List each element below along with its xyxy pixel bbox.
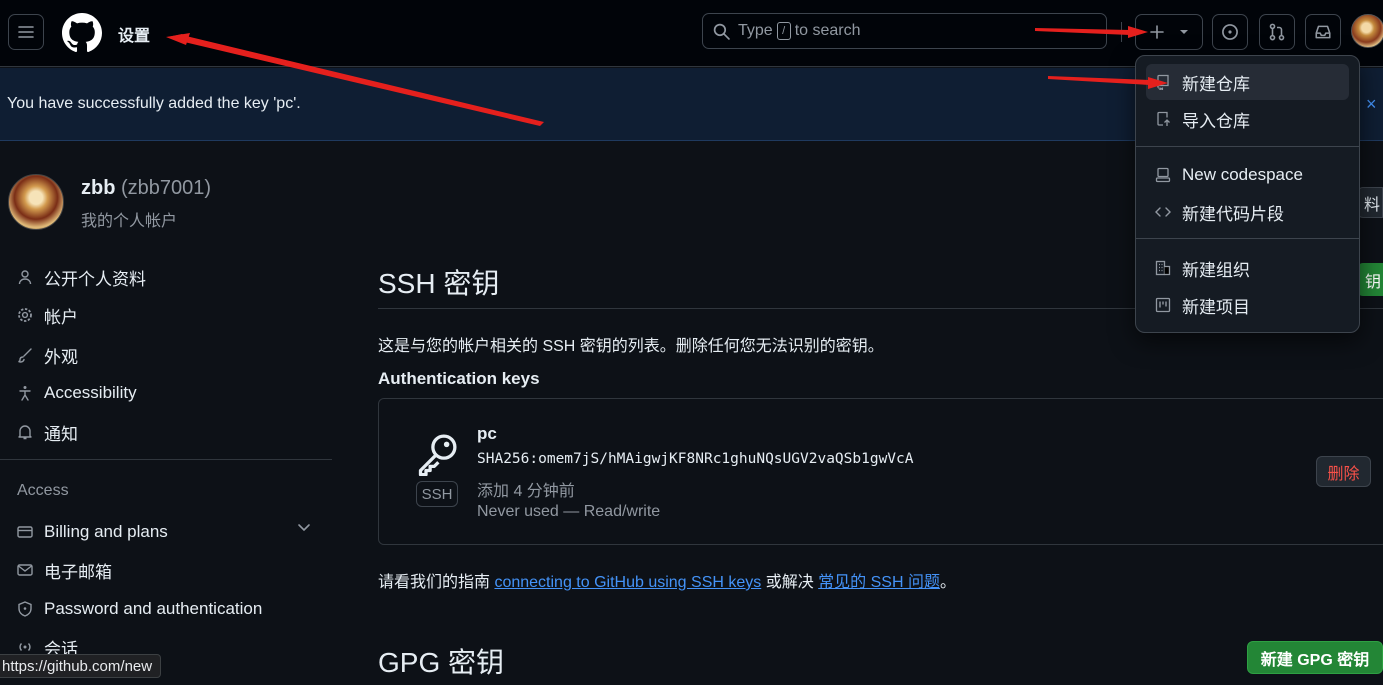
sidebar-item-public-profile[interactable]: 公开个人资料 — [16, 264, 146, 290]
search-input[interactable]: Type / to search — [702, 13, 1107, 49]
page-context-title[interactable]: 设置 — [118, 22, 150, 46]
search-icon — [713, 23, 730, 40]
sidebar-item-label: 帐户 — [44, 307, 78, 327]
repo-push-icon — [1154, 110, 1172, 128]
sidebar-section-heading: Access — [17, 482, 69, 499]
ssh-key-usage: Never used — Read/write — [477, 503, 661, 520]
user-avatar-menu[interactable] — [1351, 14, 1383, 48]
menu-item-new-project[interactable]: 新建项目 — [1146, 287, 1349, 323]
create-new-button[interactable] — [1135, 14, 1203, 50]
search-suffix: to search — [794, 22, 861, 39]
authentication-keys-heading: Authentication keys — [378, 369, 540, 388]
gear-icon — [16, 306, 34, 324]
sidebar-item-label: 外观 — [44, 347, 78, 367]
hamburger-menu-button[interactable] — [8, 14, 44, 50]
menu-item-label: 新建项目 — [1182, 297, 1250, 317]
search-prefix: Type — [738, 22, 773, 39]
link-preview-status-bar: https://github.com/new — [0, 654, 162, 678]
project-icon — [1154, 296, 1172, 314]
user-display-name: zbb — [81, 177, 116, 199]
ssh-troubleshoot-link[interactable]: 常见的 SSH 问题 — [818, 574, 940, 591]
issue-opened-icon — [1222, 24, 1238, 40]
menu-divider — [1136, 146, 1359, 147]
inbox-icon — [1315, 25, 1331, 39]
inbox-button[interactable] — [1305, 14, 1341, 50]
close-icon[interactable]: × — [1366, 94, 1377, 115]
organization-icon — [1154, 259, 1172, 277]
sidebar-item-label: Billing and plans — [44, 522, 168, 541]
bell-icon — [16, 423, 34, 441]
sidebar-divider — [0, 459, 332, 460]
person-icon — [16, 268, 34, 286]
menu-item-label: 新建组织 — [1182, 260, 1250, 280]
repo-icon — [1154, 73, 1172, 91]
triangle-down-icon — [1180, 30, 1188, 34]
ssh-description: 这是与您的帐户相关的 SSH 密钥的列表。删除任何您无法识别的密钥。 — [378, 338, 884, 355]
issues-button[interactable] — [1212, 14, 1248, 50]
sidebar-item-label: 通知 — [44, 424, 78, 444]
flash-message: You have successfully added the key 'pc'… — [7, 95, 301, 112]
ssh-guide-link[interactable]: connecting to GitHub using SSH keys — [494, 574, 761, 591]
sidebar-item-accessibility[interactable]: Accessibility — [16, 380, 137, 406]
menu-item-import-repository[interactable]: 导入仓库 — [1146, 101, 1349, 137]
code-icon — [1154, 203, 1172, 221]
user-subtitle: 我的个人帐户 — [81, 213, 178, 230]
sidebar-item-notifications[interactable]: 通知 — [16, 419, 78, 445]
git-pull-request-icon — [1269, 23, 1285, 41]
menu-item-label: 新建代码片段 — [1182, 204, 1284, 224]
sidebar-item-label: Accessibility — [44, 383, 137, 402]
sidebar-item-label: 电子邮箱 — [44, 562, 112, 582]
ssh-key-list-item — [378, 398, 1383, 545]
ssh-key-added-time: 添加 4 分钟前 — [477, 483, 575, 500]
accessibility-icon — [16, 384, 34, 402]
menu-item-new-gist[interactable]: 新建代码片段 — [1146, 194, 1349, 230]
credit-card-icon — [16, 523, 34, 541]
avatar[interactable] — [8, 174, 64, 230]
mail-icon — [16, 561, 34, 579]
menu-item-new-repository[interactable]: 新建仓库 — [1146, 64, 1349, 100]
sidebar-item-billing[interactable]: Billing and plans — [16, 519, 168, 545]
menu-item-label: 导入仓库 — [1182, 111, 1250, 131]
ssh-key-title: pc — [477, 424, 497, 443]
search-placeholder: Type / to search — [738, 22, 861, 40]
new-ssh-key-button[interactable]: 钥 — [1357, 263, 1383, 296]
guide-suffix: 。 — [939, 574, 956, 591]
search-shortcut-key: / — [776, 22, 791, 40]
user-login: (zbb7001) — [121, 177, 212, 199]
ssh-guide-text: 请看我们的指南 connecting to GitHub using SSH k… — [378, 568, 956, 592]
menu-item-label: 新建仓库 — [1182, 74, 1250, 94]
guide-prefix: 请看我们的指南 — [378, 574, 495, 591]
ssh-keys-heading: SSH 密钥 — [378, 268, 500, 299]
key-icon — [418, 434, 457, 476]
go-to-profile-button[interactable]: 料 — [1357, 187, 1383, 218]
delete-key-button[interactable]: 删除 — [1316, 456, 1371, 487]
sidebar-item-emails[interactable]: 电子邮箱 — [16, 557, 112, 583]
sidebar-item-account[interactable]: 帐户 — [16, 302, 78, 328]
header-divider — [1121, 22, 1122, 42]
paintbrush-icon — [16, 346, 34, 364]
menu-item-label: New codespace — [1182, 165, 1303, 184]
plus-icon — [1150, 25, 1164, 39]
shield-lock-icon — [16, 600, 34, 618]
menu-item-new-codespace[interactable]: New codespace — [1146, 157, 1349, 193]
sidebar-item-label: 公开个人资料 — [44, 269, 146, 289]
user-name[interactable]: zbb (zbb7001) — [81, 177, 211, 200]
guide-middle: 或解决 — [761, 574, 819, 591]
sidebar-item-label: Password and authentication — [44, 599, 263, 618]
sidebar-item-appearance[interactable]: 外观 — [16, 342, 78, 368]
gpg-keys-heading: GPG 密钥 — [378, 647, 505, 678]
ssh-key-fingerprint: SHA256:omem7jS/hMAigwjKF8NRc1ghuNQsUGV2v… — [477, 451, 914, 467]
menu-item-new-organization[interactable]: 新建组织 — [1146, 250, 1349, 286]
chevron-down-icon[interactable] — [296, 519, 312, 540]
new-gpg-key-button[interactable]: 新建 GPG 密钥 — [1247, 641, 1383, 674]
menu-divider — [1136, 238, 1359, 239]
codespaces-icon — [1154, 166, 1172, 184]
github-logo-icon[interactable] — [62, 13, 102, 53]
ssh-key-type-badge: SSH — [416, 481, 458, 507]
hamburger-icon — [18, 26, 34, 38]
pull-requests-button[interactable] — [1259, 14, 1295, 50]
sidebar-item-password-auth[interactable]: Password and authentication — [16, 596, 262, 622]
